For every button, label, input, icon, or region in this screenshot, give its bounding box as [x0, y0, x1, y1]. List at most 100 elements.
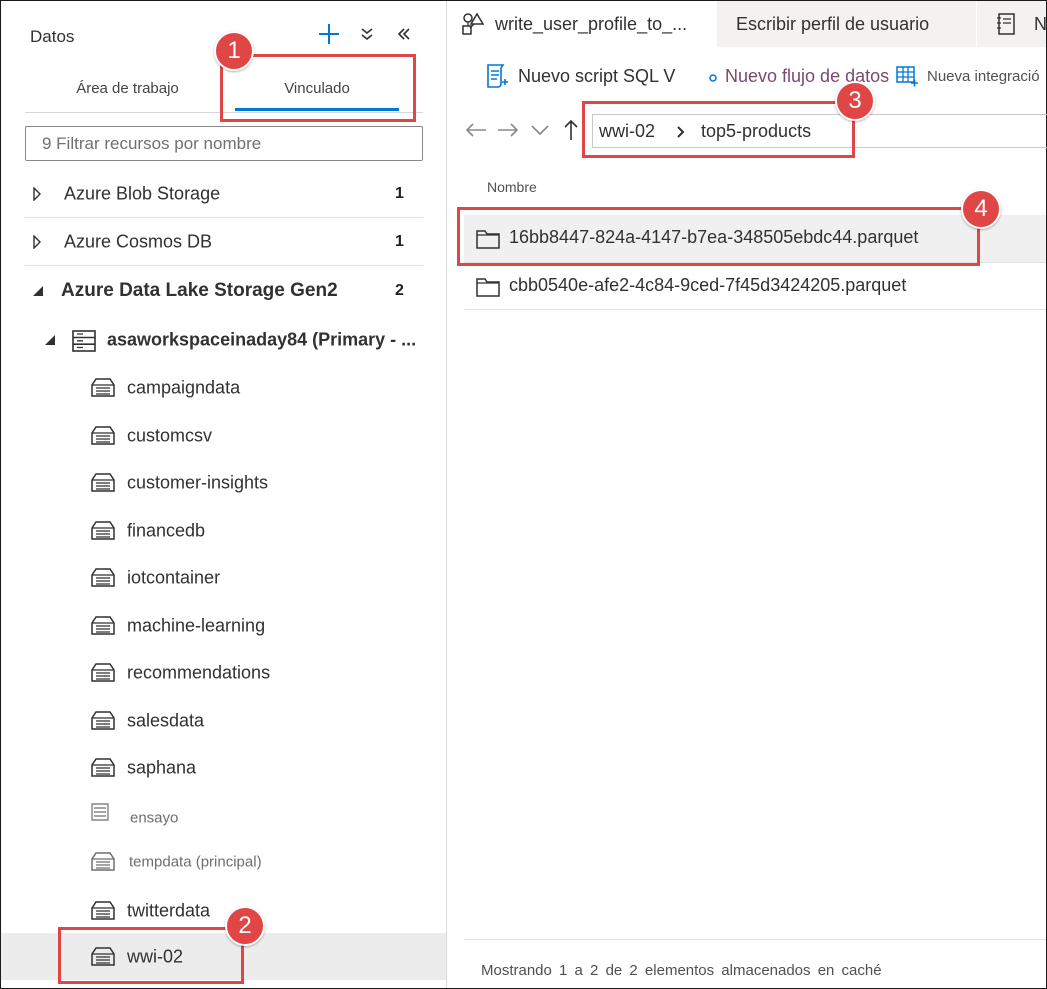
container-label: machine-learning	[127, 615, 266, 635]
divider	[464, 309, 1046, 310]
group-label: Azure Blob Storage	[64, 183, 221, 203]
container-item[interactable]: twitterdata	[1, 887, 446, 934]
toolbar-label: Nuevo script SQL V	[518, 65, 676, 86]
container-icon	[91, 663, 115, 682]
container-label: customer-insights	[127, 472, 269, 492]
active-tab-indicator	[235, 108, 399, 111]
chevron-down-icon[interactable]	[527, 117, 553, 143]
file-row[interactable]: cbb0540e-afe2-4c84-9ced-7f45d3424205.par…	[464, 263, 1046, 310]
doc-tab-label: write_user_profile_to_...	[495, 14, 688, 34]
dataflow-small-icon	[709, 74, 717, 82]
doc-tab-profile[interactable]: Escribir perfil de usuario	[717, 1, 976, 47]
storage-account-icon	[72, 330, 96, 357]
file-name: 16bb8447-824a-4147-b7ea-348505ebdc44.par…	[509, 227, 919, 247]
divider	[25, 265, 423, 266]
annotation-badge: 3	[835, 81, 875, 121]
file-name: cbb0540e-afe2-4c84-9ced-7f45d3424205.par…	[509, 275, 907, 295]
container-icon	[91, 901, 115, 920]
group-count: 1	[395, 232, 404, 250]
container-item[interactable]: financedb	[1, 507, 446, 554]
container-label: salesdata	[127, 710, 205, 730]
doc-tab-dataflow[interactable]: write_user_profile_to_...	[448, 1, 716, 47]
group-count: 2	[395, 281, 404, 299]
container-item[interactable]: ensayo	[1, 794, 446, 841]
container-label: wwi-02	[127, 946, 184, 966]
data-panel: Datos Área de trabajo Vinculado Azure Bl…	[1, 1, 447, 988]
container-label: recommendations	[127, 662, 271, 682]
doc-tab-label: Escribir perfil de usuario	[736, 14, 930, 34]
sql-script-icon	[487, 64, 508, 88]
tree-group-cosmos-db[interactable]: Azure Cosmos DB 1	[1, 218, 446, 265]
explorer-panel: write_user_profile_to_... Escribir perfi…	[448, 1, 1047, 988]
container-icon	[91, 568, 115, 587]
container-icon	[91, 711, 115, 730]
forward-arrow-icon[interactable]	[495, 117, 521, 143]
folder-icon	[476, 230, 500, 249]
annotation-badge: 2	[225, 906, 265, 946]
storage-account-label: asaworkspaceinaday84 (Primary - ...	[107, 329, 417, 349]
doc-tab-notebook[interactable]: N	[977, 1, 1046, 47]
new-sql-script-button[interactable]: Nuevo script SQL V	[484, 61, 675, 91]
container-icon	[91, 616, 115, 635]
path-breadcrumb-box[interactable]	[592, 114, 1047, 148]
container-icon	[91, 426, 115, 445]
container-icon	[91, 803, 109, 821]
container-item[interactable]: saphana	[1, 744, 446, 791]
container-icon	[91, 521, 115, 540]
container-item[interactable]: iotcontainer	[1, 554, 446, 601]
container-item[interactable]: customcsv	[1, 412, 446, 459]
container-label: saphana	[127, 757, 197, 777]
group-count: 1	[395, 184, 404, 202]
tree-group-blob-storage[interactable]: Azure Blob Storage 1	[1, 170, 446, 217]
divider	[25, 112, 423, 113]
column-header-name[interactable]: Nombre	[487, 179, 537, 195]
collapse-panel-icon[interactable]	[389, 19, 419, 49]
up-arrow-icon[interactable]	[558, 117, 584, 143]
container-item[interactable]: recommendations	[1, 649, 446, 696]
container-item[interactable]: customer-insights	[1, 459, 446, 506]
notebook-icon	[997, 13, 1015, 35]
container-icon	[91, 378, 115, 397]
tab-workspace[interactable]: Área de trabajo	[25, 63, 230, 113]
container-icon	[91, 473, 115, 492]
new-integration-button[interactable]: Nueva integració	[895, 61, 1046, 91]
back-arrow-icon[interactable]	[463, 117, 489, 143]
tree-group-data-lake-gen2[interactable]: Azure Data Lake Storage Gen2 2	[1, 267, 446, 314]
container-item[interactable]: machine-learning	[1, 602, 446, 649]
folder-icon	[476, 278, 500, 297]
tab-linked[interactable]: Vinculado	[235, 63, 399, 113]
breadcrumb-segment[interactable]: top5-products	[701, 121, 811, 142]
add-icon[interactable]	[314, 19, 344, 49]
container-item[interactable]: salesdata	[1, 697, 446, 744]
status-text: Mostrando 1 a 2 de 2 elementos almacenad…	[481, 962, 882, 979]
collapse-all-icon[interactable]	[352, 19, 382, 49]
container-icon	[91, 852, 115, 871]
dataflow-icon	[462, 12, 485, 35]
caret-down-icon	[31, 284, 45, 298]
panel-title: Datos	[30, 27, 75, 46]
container-icon	[91, 758, 115, 777]
container-item[interactable]: campaigndata	[1, 364, 446, 411]
container-label: customcsv	[127, 425, 213, 445]
caret-down-icon	[43, 333, 57, 347]
chevron-right-icon	[676, 125, 686, 144]
container-label: ensayo	[130, 809, 179, 826]
group-label: Azure Cosmos DB	[64, 231, 213, 251]
breadcrumb-segment[interactable]: wwi-02	[599, 121, 655, 142]
annotation-badge: 1	[214, 31, 254, 71]
divider	[464, 939, 1046, 940]
caret-right-icon	[30, 234, 44, 249]
container-item[interactable]: tempdata (principal)	[1, 838, 446, 885]
container-label: iotcontainer	[127, 567, 221, 587]
group-label: Azure Data Lake Storage Gen2	[61, 279, 338, 301]
tree-storage-account[interactable]: asaworkspaceinaday84 (Primary - ...	[1, 316, 446, 363]
annotation-badge: 4	[961, 189, 1001, 229]
container-label: twitterdata	[127, 900, 211, 920]
filter-resources-input[interactable]	[25, 126, 423, 161]
container-label: campaigndata	[127, 377, 241, 397]
container-item-selected[interactable]: wwi-02	[1, 933, 446, 980]
doc-tab-label: N	[1034, 14, 1046, 34]
integration-dataset-icon	[896, 66, 918, 87]
toolbar-label: Nueva integració	[927, 67, 1040, 85]
file-row[interactable]: 16bb8447-824a-4147-b7ea-348505ebdc44.par…	[464, 215, 1046, 262]
